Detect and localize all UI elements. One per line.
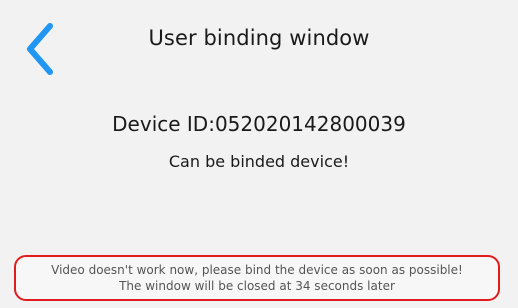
notice-line-warning: Video doesn't work now, please bind the … (51, 263, 463, 277)
user-binding-screen: User binding window Device ID:0520201428… (0, 0, 518, 308)
page-title: User binding window (148, 26, 370, 50)
bind-status-text: Can be binded device! (168, 152, 350, 171)
device-id-label: Device ID:052020142800039 (112, 112, 406, 136)
notice-box: Video doesn't work now, please bind the … (14, 255, 500, 301)
notice-line-countdown: The window will be closed at 34 seconds … (119, 279, 395, 293)
